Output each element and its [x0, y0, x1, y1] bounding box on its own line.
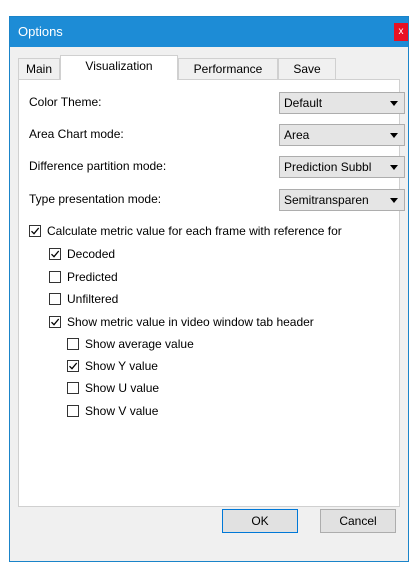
checkbox-label: Calculate metric value for each frame wi…	[47, 224, 342, 238]
show-v-value-checkbox[interactable]: Show V value	[67, 404, 158, 420]
calculate-metric-checkbox[interactable]: Calculate metric value for each frame wi…	[29, 224, 342, 240]
predicted-checkbox[interactable]: Predicted	[49, 270, 118, 286]
show-average-value-checkbox[interactable]: Show average value	[67, 337, 194, 353]
difference-partition-mode-select[interactable]: Prediction Subbl	[279, 156, 405, 178]
ok-button[interactable]: OK	[222, 509, 298, 533]
checkbox-box	[49, 248, 61, 260]
area-chart-mode-label: Area Chart mode:	[29, 127, 124, 141]
chevron-down-icon	[390, 165, 398, 170]
checkbox-label: Show metric value in video window tab he…	[67, 315, 314, 329]
show-y-value-checkbox[interactable]: Show Y value	[67, 359, 158, 375]
checkmark-icon	[31, 227, 40, 235]
show-metric-tab-header-checkbox[interactable]: Show metric value in video window tab he…	[49, 315, 314, 331]
difference-partition-mode-value: Prediction Subbl	[284, 160, 372, 174]
checkbox-label: Show U value	[85, 381, 160, 395]
type-presentation-mode-value: Semitransparen	[284, 193, 369, 207]
checkbox-box	[67, 382, 79, 394]
checkmark-icon	[69, 362, 78, 370]
unfiltered-checkbox[interactable]: Unfiltered	[49, 292, 118, 308]
checkbox-label: Show average value	[85, 337, 194, 351]
options-dialog: Options x Main Visualization Performance…	[9, 16, 409, 562]
checkbox-box	[67, 405, 79, 417]
show-u-value-checkbox[interactable]: Show U value	[67, 381, 159, 397]
checkbox-box	[29, 225, 41, 237]
checkbox-label: Show Y value	[85, 359, 158, 373]
checkbox-label: Unfiltered	[67, 292, 119, 306]
checkbox-label: Predicted	[67, 270, 118, 284]
decoded-checkbox[interactable]: Decoded	[49, 247, 115, 263]
tab-performance[interactable]: Performance	[178, 58, 278, 80]
color-theme-value: Default	[284, 96, 323, 110]
color-theme-label: Color Theme:	[29, 95, 102, 109]
tab-save[interactable]: Save	[278, 58, 336, 80]
chevron-down-icon	[390, 198, 398, 203]
area-chart-mode-value: Area	[284, 128, 310, 142]
chevron-down-icon	[390, 133, 398, 138]
checkmark-icon	[51, 318, 60, 326]
close-icon[interactable]: x	[394, 23, 408, 41]
checkbox-label: Decoded	[67, 247, 116, 261]
tab-main[interactable]: Main	[18, 58, 60, 80]
type-presentation-mode-label: Type presentation mode:	[29, 192, 162, 206]
checkmark-icon	[51, 250, 60, 258]
checkbox-box	[49, 316, 61, 328]
difference-partition-mode-label: Difference partition mode:	[29, 159, 167, 173]
color-theme-select[interactable]: Default	[279, 92, 405, 114]
visualization-panel: Color Theme: Default Area Chart mode: Ar…	[18, 79, 405, 507]
checkbox-label: Show V value	[85, 404, 159, 418]
tab-visualization[interactable]: Visualization	[60, 55, 178, 80]
type-presentation-mode-select[interactable]: Semitransparen	[279, 189, 405, 211]
checkbox-box	[49, 293, 61, 305]
window-title: Options	[18, 24, 63, 39]
checkbox-box	[67, 360, 79, 372]
area-chart-mode-select[interactable]: Area	[279, 124, 405, 146]
checkbox-box	[67, 338, 79, 350]
cancel-button[interactable]: Cancel	[320, 509, 396, 533]
title-bar[interactable]: Options x	[10, 17, 408, 47]
chevron-down-icon	[390, 101, 398, 106]
checkbox-box	[49, 271, 61, 283]
